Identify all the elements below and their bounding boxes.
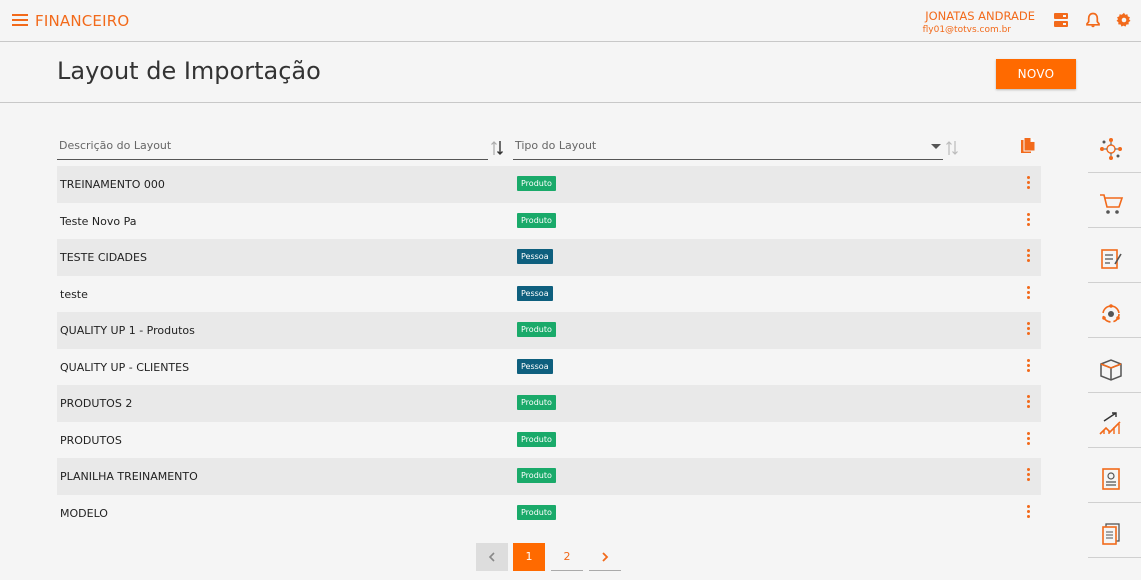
layout-description: TESTE CIDADES xyxy=(60,251,147,264)
documents-icon xyxy=(1102,523,1120,545)
table-row[interactable]: PLANILHA TREINAMENTO Produto xyxy=(57,458,1041,495)
bell-icon[interactable] xyxy=(1085,12,1101,28)
page-2-button[interactable]: 2 xyxy=(551,543,583,571)
layout-type-badge: Produto xyxy=(517,431,556,447)
table-row[interactable]: PRODUTOS Produto xyxy=(57,421,1041,458)
report-icon xyxy=(1102,468,1120,490)
gear-icon[interactable] xyxy=(1116,12,1132,28)
kebab-icon[interactable] xyxy=(1023,285,1033,301)
sidebar-item-cart[interactable] xyxy=(1088,173,1141,228)
kebab-icon[interactable] xyxy=(1023,394,1033,410)
module-sidebar xyxy=(1088,118,1141,558)
layout-description: QUALITY UP - CLIENTES xyxy=(60,360,190,374)
layout-description: QUALITY UP 1 - Produtos xyxy=(60,324,195,337)
description-filter-input[interactable]: Descrição do Layout xyxy=(57,132,488,160)
layout-type-badge: Pessoa xyxy=(517,285,553,301)
layout-description: TREINAMENTO 000 xyxy=(60,178,165,191)
layout-table: TREINAMENTO 000 Produto Teste Novo Pa Produ… xyxy=(57,166,1041,531)
layout-description: PRODUTOS xyxy=(60,433,122,447)
layout-type-badge: Pessoa xyxy=(517,249,553,264)
table-row[interactable]: MODELO Produto xyxy=(57,494,1041,531)
sidebar-item-report[interactable] xyxy=(1088,448,1141,503)
pagination: 1 2 xyxy=(0,543,1141,571)
kebab-icon[interactable] xyxy=(1023,212,1033,228)
sidebar-item-documents[interactable] xyxy=(1088,503,1141,558)
user-email: fly01@totvs.com.br xyxy=(922,25,1011,35)
type-filter-select[interactable]: Tipo do Layout xyxy=(513,132,943,160)
layout-type-badge: Produto xyxy=(517,322,556,337)
table-row[interactable]: TREINAMENTO 000 Produto xyxy=(57,166,1041,203)
copy-icon[interactable] xyxy=(1020,137,1036,154)
kebab-icon[interactable] xyxy=(1023,431,1033,447)
kebab-icon[interactable] xyxy=(1023,358,1033,374)
kebab-icon[interactable] xyxy=(1023,175,1033,191)
next-page-button[interactable] xyxy=(589,543,621,571)
growth-chart-icon xyxy=(1099,412,1121,435)
sidebar-item-invoice[interactable] xyxy=(1088,228,1141,283)
invoice-icon xyxy=(1101,249,1122,269)
table-row[interactable]: QUALITY UP - CLIENTES Pessoa xyxy=(57,348,1041,385)
table-row[interactable]: TESTE CIDADES Pessoa xyxy=(57,239,1041,276)
sidebar-item-box[interactable] xyxy=(1088,338,1141,393)
app-title: FINANCEIRO xyxy=(35,12,130,30)
table-row[interactable]: teste Pessoa xyxy=(57,275,1041,312)
layout-description: PRODUTOS 2 xyxy=(60,397,133,410)
kebab-icon[interactable] xyxy=(1023,248,1033,264)
layout-description: Teste Novo Pa xyxy=(60,214,137,228)
sort-type-icon[interactable] xyxy=(944,139,960,157)
layout-description: PLANILHA TREINAMENTO xyxy=(60,470,198,483)
page-title: Layout de Importação xyxy=(57,57,321,85)
layout-type-badge: Produto xyxy=(517,504,556,520)
chevron-right-icon xyxy=(602,552,609,562)
chevron-left-icon xyxy=(488,552,495,562)
sort-description-icon[interactable] xyxy=(489,139,505,157)
layout-type-badge: Produto xyxy=(517,176,556,191)
layout-description: MODELO xyxy=(60,506,108,520)
layout-description: teste xyxy=(60,287,88,301)
sidebar-item-growth[interactable] xyxy=(1088,393,1141,448)
kebab-icon[interactable] xyxy=(1023,321,1033,337)
table-row[interactable]: PRODUTOS 2 Produto xyxy=(57,385,1041,422)
layout-type-badge: Pessoa xyxy=(517,358,553,374)
type-filter-placeholder: Tipo do Layout xyxy=(515,139,597,152)
server-icon[interactable] xyxy=(1053,12,1069,28)
table-row[interactable]: Teste Novo Pa Produto xyxy=(57,202,1041,239)
hamburger-icon[interactable] xyxy=(12,14,28,26)
chevron-down-icon xyxy=(931,144,941,149)
cycle-icon xyxy=(1102,304,1120,323)
table-row[interactable]: QUALITY UP 1 - Produtos Produto xyxy=(57,312,1041,349)
layout-type-badge: Produto xyxy=(517,468,556,483)
kebab-icon[interactable] xyxy=(1023,467,1033,483)
page-header: Layout de Importação NOVO xyxy=(0,42,1141,103)
cart-icon xyxy=(1100,194,1124,214)
network-icon xyxy=(1100,138,1122,160)
previous-page-button[interactable] xyxy=(476,543,508,571)
description-filter-placeholder: Descrição do Layout xyxy=(59,139,172,152)
sidebar-item-network[interactable] xyxy=(1088,118,1141,173)
user-name[interactable]: JONATAS ANDRADE xyxy=(925,9,1035,23)
top-bar: FINANCEIRO JONATAS ANDRADE fly01@totvs.c… xyxy=(0,0,1141,42)
sidebar-item-cycle[interactable] xyxy=(1088,283,1141,338)
kebab-icon[interactable] xyxy=(1023,504,1033,520)
box-icon xyxy=(1100,359,1122,381)
layout-type-badge: Produto xyxy=(517,395,556,410)
layout-type-badge: Produto xyxy=(517,212,556,228)
page-1-button[interactable]: 1 xyxy=(513,543,545,571)
new-layout-button[interactable]: NOVO xyxy=(996,59,1076,89)
